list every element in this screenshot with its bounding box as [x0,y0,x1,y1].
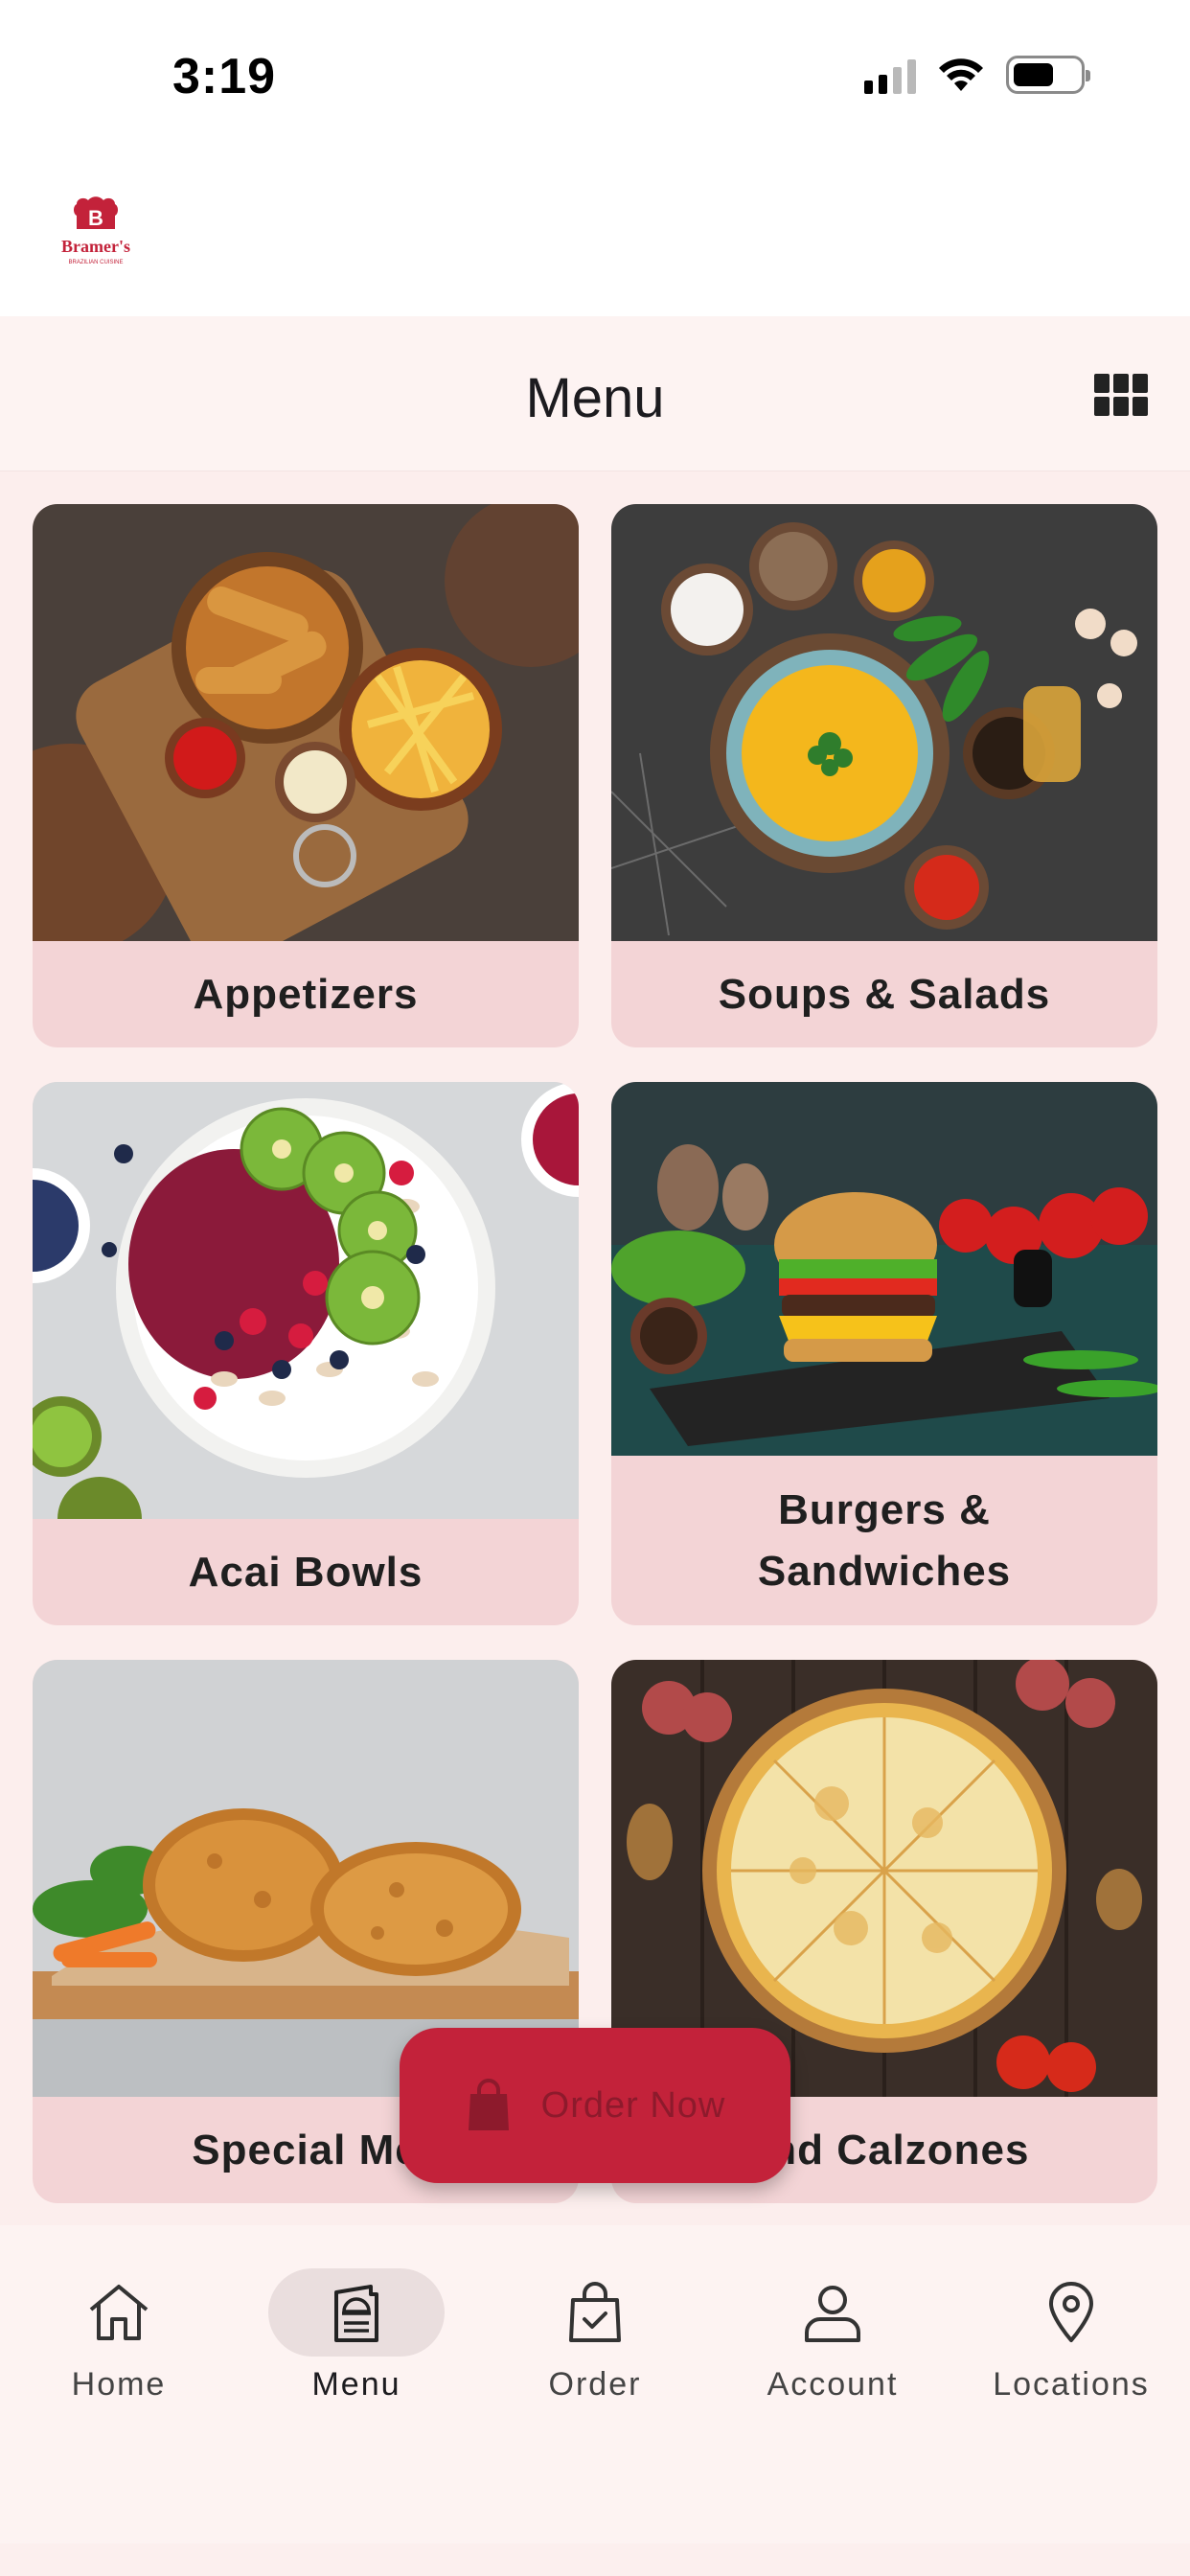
bramers-logo[interactable]: B Bramer's BRAZILIAN CUISINE [56,196,136,273]
status-time: 3:19 [172,49,277,104]
nav-item-locations[interactable]: Locations [952,2268,1190,2450]
nav-label: Locations [993,2366,1150,2403]
home-icon [89,2285,149,2340]
soups-salads-photo [611,504,1157,941]
menu-content: Appetizers Soups & Salads Acai Bowls Bur… [0,472,1190,2225]
home-indicator [0,2543,1190,2576]
account-icon [805,2286,860,2342]
nav-label: Account [767,2366,899,2403]
shopping-bag-icon [468,2079,509,2130]
category-label: Acai Bowls [188,1548,423,1596]
order-now-button[interactable]: Order Now [400,2028,790,2183]
category-label: Appetizers [193,970,419,1018]
burgers-sandwiches-photo [611,1082,1157,1456]
nav-item-order[interactable]: Order [476,2268,714,2450]
grid-icon[interactable] [1094,374,1148,416]
menu-book-icon [334,2285,378,2342]
status-bar: 3:19 [0,0,1190,158]
order-bag-icon [569,2282,621,2342]
category-label: Burgers & Sandwiches [757,1485,1012,1595]
status-icons [864,56,1090,94]
location-pin-icon [1049,2282,1093,2342]
cellular-signal-icon [864,56,916,94]
nav-label: Order [548,2366,642,2403]
nav-item-account[interactable]: Account [714,2268,951,2450]
svg-text:BRAZILIAN CUISINE: BRAZILIAN CUISINE [68,260,123,265]
category-grid: Appetizers Soups & Salads Acai Bowls Bur… [33,504,1157,2203]
nav-label: Menu [311,2366,401,2403]
appetizers-photo [33,504,579,941]
category-card-soups-salads[interactable]: Soups & Salads [611,504,1157,1047]
category-card-appetizers[interactable]: Appetizers [33,504,579,1047]
acai-bowls-photo [33,1082,579,1519]
order-now-label: Order Now [540,2084,726,2126]
battery-icon [1006,56,1090,94]
wifi-icon [939,58,983,91]
category-card-acai-bowls[interactable]: Acai Bowls [33,1082,579,1625]
menu-header: Menu [0,316,1190,472]
svg-text:B: B [88,206,103,230]
nav-item-home[interactable]: Home [0,2268,238,2450]
app-bar: B Bramer's BRAZILIAN CUISINE [0,158,1190,316]
bottom-navigation: Home Menu Order Account Locations [0,2225,1190,2576]
nav-label: Home [71,2366,167,2403]
category-card-burgers-sandwiches[interactable]: Burgers & Sandwiches [611,1082,1157,1625]
svg-text:Bramer's: Bramer's [61,237,130,256]
nav-item-menu[interactable]: Menu [238,2268,475,2450]
page-title: Menu [525,367,665,429]
category-label: Soups & Salads [718,970,1051,1018]
